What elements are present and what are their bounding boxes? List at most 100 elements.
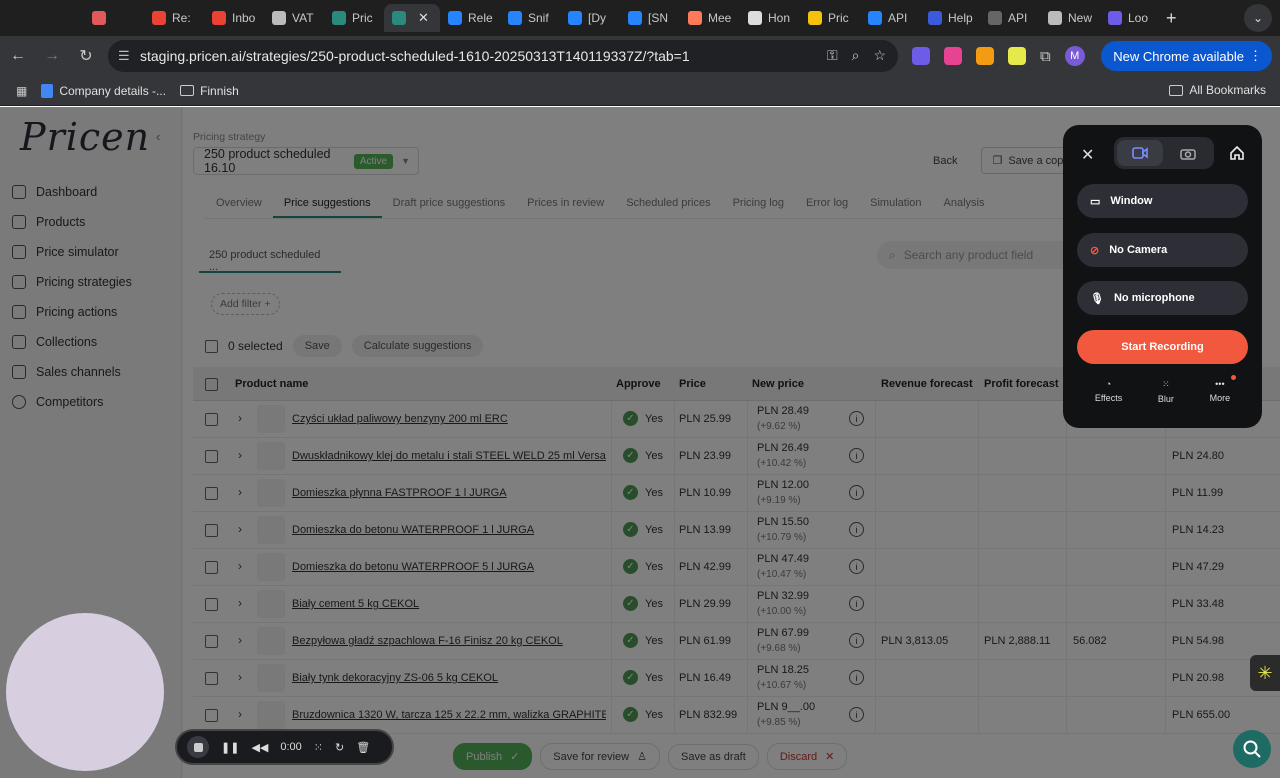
browser-tab[interactable]: Help	[920, 4, 980, 32]
chrome-update-button[interactable]: New Chrome available ⋮	[1101, 41, 1272, 71]
reload-icon[interactable]: ↻	[70, 40, 102, 72]
site-settings-icon[interactable]: ☰	[118, 48, 130, 64]
camera-toggle[interactable]: ⊘ No Camera	[1077, 233, 1248, 267]
tab-favicon-icon	[212, 11, 226, 25]
all-bookmarks[interactable]: All Bookmarks	[1169, 83, 1266, 97]
tab-label: New	[1068, 11, 1093, 25]
tab-label: [SN	[648, 11, 669, 25]
tab-favicon-icon	[1048, 11, 1062, 25]
address-bar[interactable]: ☰ staging.pricen.ai/strategies/250-produ…	[108, 40, 898, 72]
tab-favicon-icon	[1108, 11, 1122, 25]
browser-tab[interactable]: Pric	[324, 4, 384, 32]
more-dots-icon: •••	[1215, 379, 1225, 389]
browser-tab[interactable]	[84, 4, 144, 32]
extension-icon[interactable]	[976, 47, 994, 65]
microphone-toggle[interactable]: 🎙 No microphone	[1077, 281, 1248, 315]
browser-tab[interactable]: [SN	[620, 4, 680, 32]
bookmark-star-icon[interactable]: ☆	[873, 47, 886, 64]
tab-favicon-icon	[92, 11, 106, 25]
camera-bubble[interactable]	[6, 613, 164, 771]
browser-tab[interactable]: Loo	[1100, 4, 1160, 32]
tab-label: Pric	[352, 11, 373, 25]
browser-tab[interactable]: Inbo	[204, 4, 264, 32]
source-window-button[interactable]: ▭ Window	[1077, 184, 1248, 218]
tab-favicon-icon	[508, 11, 522, 25]
close-icon[interactable]: ✕	[1081, 145, 1094, 165]
browser-tab[interactable]: API	[860, 4, 920, 32]
back-arrow-icon[interactable]: ←	[2, 40, 34, 72]
microphone-icon: 🎙	[1090, 292, 1104, 305]
browser-tab[interactable]: ✕	[384, 4, 440, 32]
camera-off-icon: ⊘	[1090, 244, 1100, 257]
bookmark-finnish[interactable]: Finnish	[180, 84, 239, 98]
zoom-icon[interactable]: ⌕	[852, 47, 860, 64]
monitor-icon: ▭	[1090, 195, 1101, 208]
browser-tab[interactable]: Rele	[440, 4, 500, 32]
rewind-icon[interactable]: ◀◀	[251, 741, 268, 754]
browser-tab[interactable]: [Dy	[560, 4, 620, 32]
password-key-icon[interactable]: ⚿	[827, 47, 838, 64]
search-icon	[1243, 740, 1261, 758]
document-icon	[41, 83, 54, 98]
browser-tab[interactable]: New	[1040, 4, 1100, 32]
palette-icon: ◔	[1105, 379, 1112, 389]
tab-favicon-icon	[568, 11, 582, 25]
help-search-button[interactable]	[1233, 730, 1271, 768]
start-recording-button[interactable]: Start Recording	[1077, 330, 1248, 364]
browser-tab[interactable]: Pric	[800, 4, 860, 32]
feedback-star-icon[interactable]: ✳	[1250, 655, 1280, 691]
screenshot-camera-icon[interactable]	[1165, 140, 1211, 166]
forward-arrow-icon[interactable]: →	[36, 40, 68, 72]
browser-tab[interactable]: VAT	[264, 4, 324, 32]
update-label: New Chrome available	[1113, 48, 1244, 64]
blur-tool[interactable]: ⁙ Blur	[1158, 379, 1174, 404]
folder-icon	[180, 85, 195, 96]
tab-favicon-icon	[628, 11, 642, 25]
tool-label: Blur	[1157, 394, 1174, 404]
tab-label: Pric	[828, 11, 849, 25]
more-tool[interactable]: ••• More	[1210, 375, 1237, 404]
tool-label: Effects	[1094, 393, 1123, 403]
pause-icon[interactable]: ❚❚	[221, 741, 239, 754]
home-icon[interactable]	[1229, 145, 1245, 164]
tab-favicon-icon	[272, 11, 286, 25]
tab-label: Re:	[172, 11, 191, 25]
browser-tab[interactable]: Hon	[740, 4, 800, 32]
browser-tab[interactable]: Mee	[680, 4, 740, 32]
extension-icon[interactable]	[1008, 47, 1026, 65]
tab-favicon-icon	[688, 11, 702, 25]
tab-label: Inbo	[232, 11, 256, 25]
tab-favicon-icon	[152, 11, 166, 25]
tab-favicon-icon	[988, 11, 1002, 25]
trash-icon[interactable]: 🗑	[356, 741, 370, 754]
tab-label: Help	[948, 11, 973, 25]
browser-tab[interactable]: Re:	[144, 4, 204, 32]
new-tab-icon[interactable]: +	[1166, 8, 1177, 29]
restart-icon[interactable]: ↻	[335, 741, 344, 754]
tab-favicon-icon	[808, 11, 822, 25]
tab-label: Loo	[1128, 11, 1149, 25]
url-text: staging.pricen.ai/strategies/250-product…	[140, 48, 690, 64]
puzzle-icon[interactable]: ⧉	[1040, 48, 1051, 65]
video-camera-icon[interactable]	[1117, 140, 1163, 166]
grid-dots-icon[interactable]: ⁙	[314, 741, 323, 754]
bookmark-company-details[interactable]: Company details -...	[41, 83, 166, 98]
kebab-menu-icon[interactable]: ⋮	[1249, 48, 1262, 64]
tab-favicon-icon	[868, 11, 882, 25]
profile-avatar[interactable]: M	[1064, 46, 1085, 66]
extension-icon[interactable]	[944, 47, 962, 65]
tab-label: Hon	[768, 11, 791, 25]
effects-tool[interactable]: ◔ Effects	[1095, 379, 1122, 404]
apps-grid-icon[interactable]: ▦	[16, 84, 27, 98]
blur-icon: ⁙	[1162, 379, 1170, 389]
extension-icon[interactable]	[912, 47, 930, 65]
browser-tab[interactable]: API	[980, 4, 1040, 32]
tab-label: API	[1008, 11, 1028, 25]
tab-label: API	[888, 11, 908, 25]
tab-label: Snif	[528, 11, 549, 25]
stop-button[interactable]	[187, 736, 209, 758]
tab-search-icon[interactable]: ⌄	[1244, 4, 1272, 32]
close-tab-icon[interactable]: ✕	[418, 10, 429, 26]
tab-favicon-icon	[748, 11, 762, 25]
browser-tab[interactable]: Snif	[500, 4, 560, 32]
